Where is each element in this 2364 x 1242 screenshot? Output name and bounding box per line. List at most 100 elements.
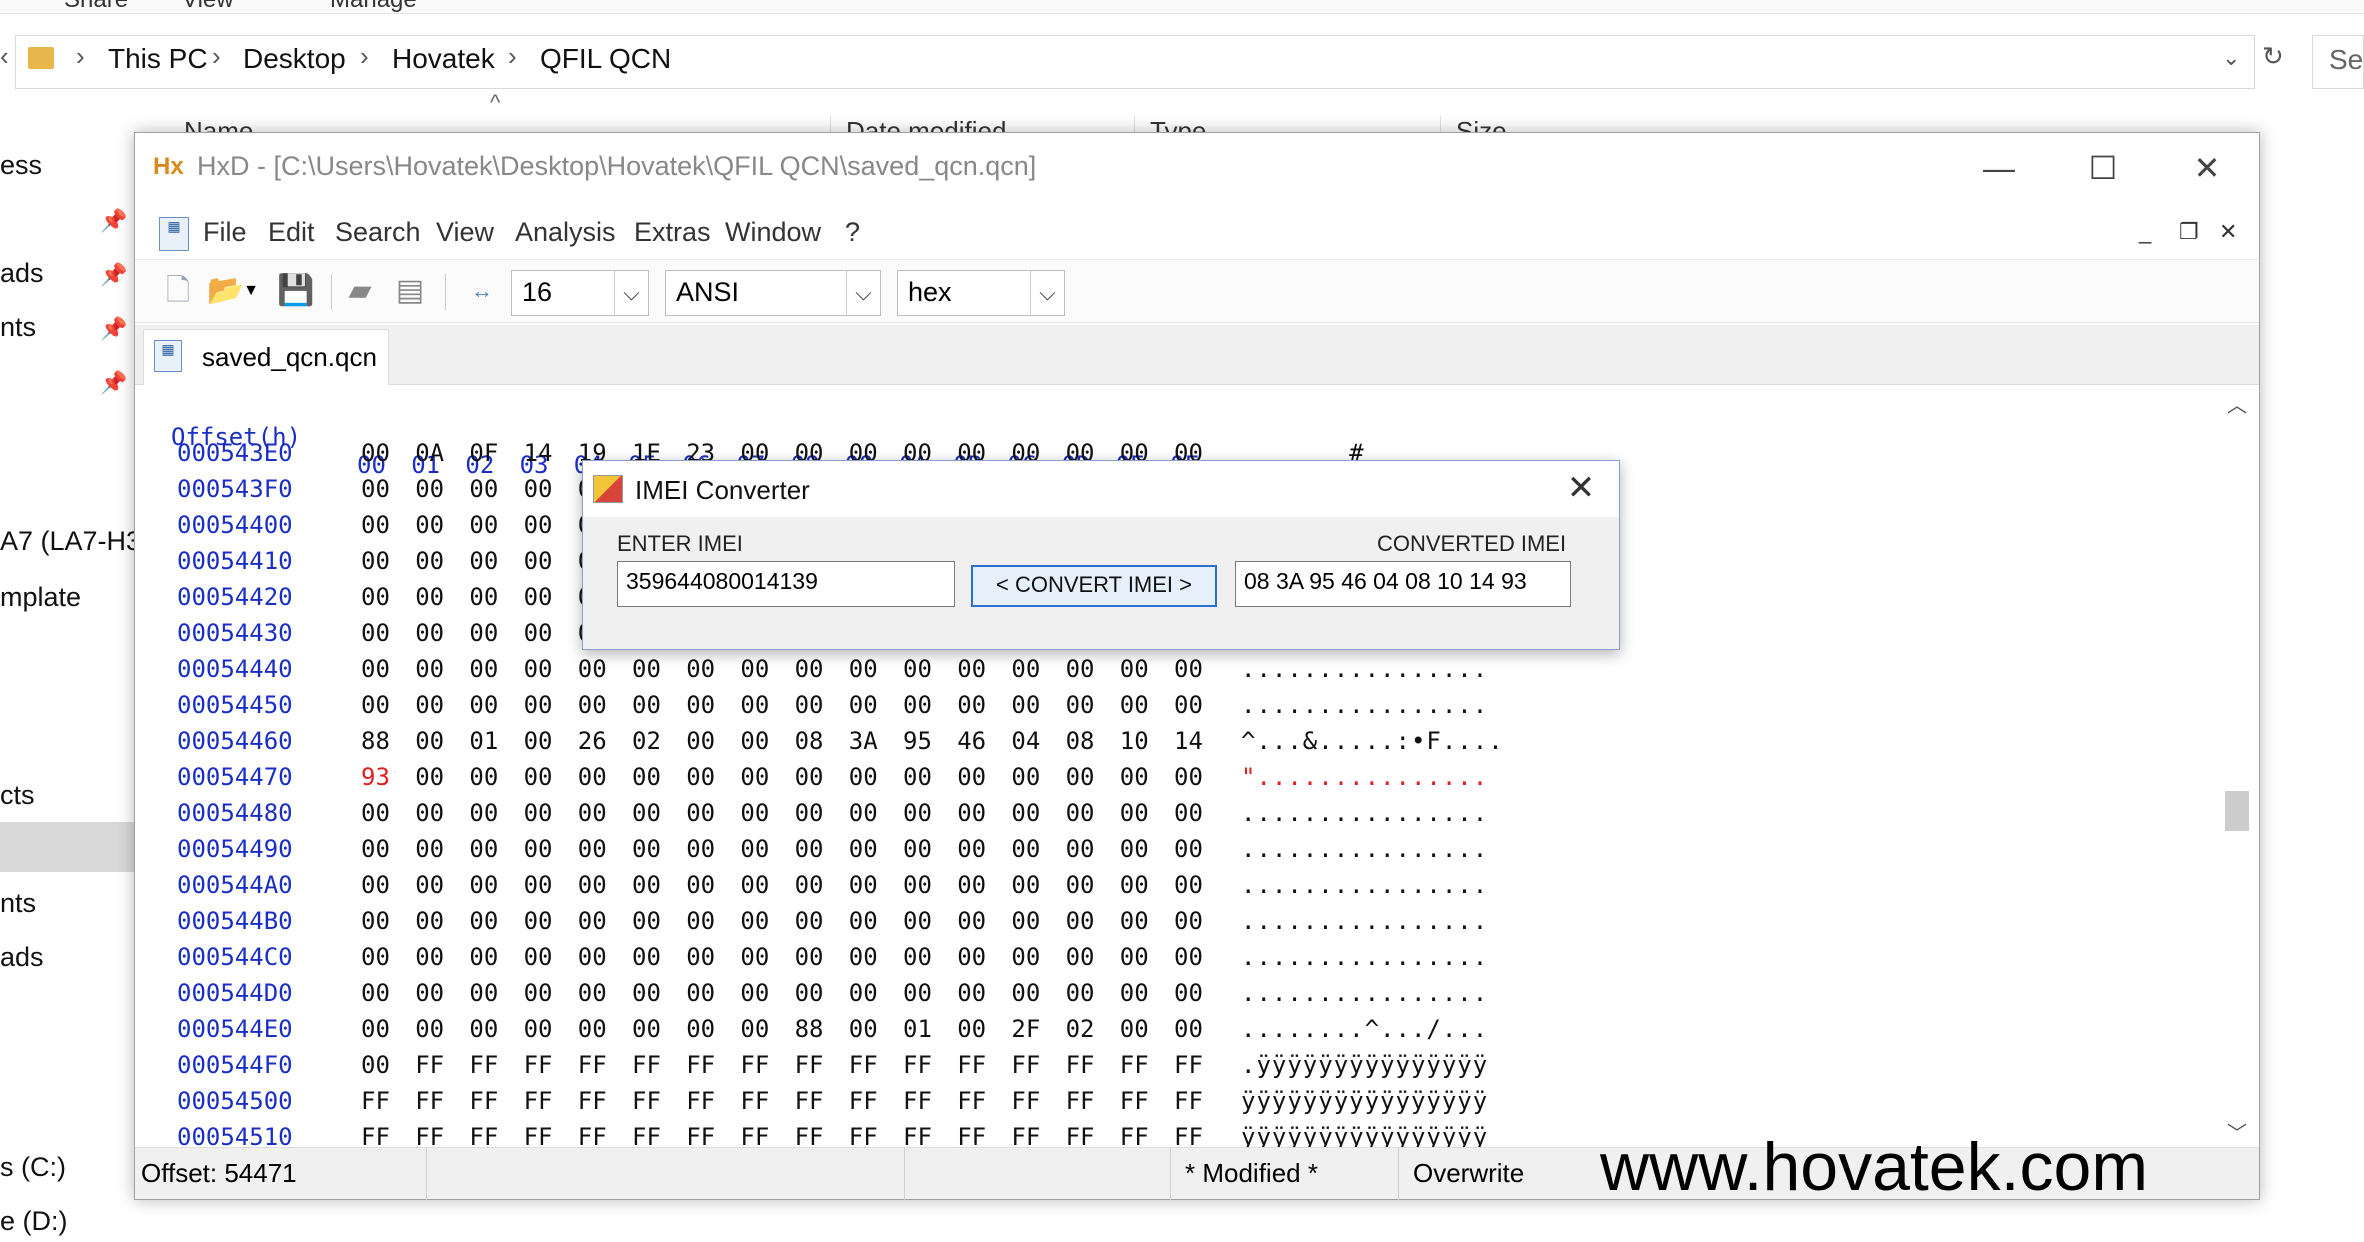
hex-byte[interactable]: 00	[524, 619, 553, 647]
hex-byte[interactable]: FF	[1011, 1123, 1040, 1147]
refresh-icon[interactable]: ↻	[2262, 41, 2284, 72]
mdi-minimize-button[interactable]: _	[2139, 219, 2151, 245]
hex-byte[interactable]: 00	[361, 583, 390, 611]
hex-byte[interactable]: 00	[740, 727, 769, 755]
hex-byte[interactable]: FF	[524, 1051, 553, 1079]
hex-byte[interactable]: 00	[415, 871, 444, 899]
up-arrow-icon[interactable]: ‹	[0, 41, 9, 72]
hex-byte[interactable]: 00	[578, 907, 607, 935]
hex-byte[interactable]: 00	[578, 691, 607, 719]
hex-byte[interactable]: 00	[740, 979, 769, 1007]
hex-byte[interactable]: 00	[415, 799, 444, 827]
open-disk-icon[interactable]: ▰	[341, 272, 379, 310]
hex-byte[interactable]: 01	[903, 1015, 932, 1043]
hex-byte[interactable]: 00	[632, 691, 661, 719]
hex-byte[interactable]: 00	[740, 835, 769, 863]
hex-byte[interactable]: 00	[740, 799, 769, 827]
hex-byte[interactable]: 00	[361, 1051, 390, 1079]
hex-row[interactable]: 00054500 FF FF FF FF FF FF FF FF FF FF FF FF FF FF FF FF…	[135, 1087, 2215, 1123]
hex-byte[interactable]: FF	[957, 1051, 986, 1079]
hex-byte[interactable]: 00	[415, 583, 444, 611]
hex-byte[interactable]: 00	[1066, 943, 1095, 971]
hex-byte[interactable]: FF	[686, 1051, 715, 1079]
hex-byte[interactable]: 00	[1174, 907, 1203, 935]
hex-byte[interactable]: 00	[524, 727, 553, 755]
hex-byte[interactable]: 0F	[469, 439, 498, 467]
hex-byte[interactable]: FF	[524, 1123, 553, 1147]
hex-byte[interactable]: 00	[1120, 835, 1149, 863]
breadcrumb-qfil-qcn[interactable]: QFIL QCN	[540, 43, 671, 75]
hex-byte[interactable]: 00	[849, 691, 878, 719]
hex-byte[interactable]: 00	[524, 475, 553, 503]
hex-byte[interactable]: 02	[1066, 1015, 1095, 1043]
hex-byte[interactable]: 00	[849, 655, 878, 683]
hex-byte[interactable]: 00	[686, 727, 715, 755]
hex-byte[interactable]: 00	[578, 1015, 607, 1043]
hex-row[interactable]: 000544B0 00 00 00 00 00 00 00 00 00 00 00 00 00 00 00 00…	[135, 907, 2215, 943]
hex-byte[interactable]: 00	[686, 979, 715, 1007]
hex-byte[interactable]: FF	[578, 1051, 607, 1079]
row-text[interactable]: ÿÿÿÿÿÿÿÿÿÿÿÿÿÿÿÿ	[1241, 1123, 1488, 1147]
hex-byte[interactable]: 00	[686, 907, 715, 935]
hex-byte[interactable]: 00	[469, 655, 498, 683]
hex-byte[interactable]: 0A	[415, 439, 444, 467]
chevron-down-icon[interactable]: ⌵	[1030, 271, 1064, 315]
vertical-scrollbar[interactable]: ︿ ﹀	[2215, 387, 2259, 1147]
hex-byte[interactable]: 00	[1066, 655, 1095, 683]
hex-byte[interactable]: 08	[795, 727, 824, 755]
hex-byte[interactable]: 00	[578, 763, 607, 791]
hex-byte[interactable]: 00	[415, 943, 444, 971]
hex-byte[interactable]: 00	[740, 871, 769, 899]
hex-byte[interactable]: 93	[361, 763, 390, 791]
hex-byte[interactable]: 00	[1066, 871, 1095, 899]
hex-byte[interactable]: 00	[415, 835, 444, 863]
hex-byte[interactable]: 00	[1120, 763, 1149, 791]
hex-byte[interactable]: 00	[686, 691, 715, 719]
hex-byte[interactable]: 00	[957, 871, 986, 899]
hex-byte[interactable]: 00	[578, 799, 607, 827]
hex-row[interactable]: 00054450 00 00 00 00 00 00 00 00 00 00 00 00 00 00 00 00…	[135, 691, 2215, 727]
hex-byte[interactable]: 00	[740, 655, 769, 683]
hex-byte[interactable]: 00	[524, 871, 553, 899]
nav-item[interactable]: nts	[0, 312, 36, 343]
row-text[interactable]: ................	[1241, 871, 1488, 899]
hex-byte[interactable]: FF	[903, 1051, 932, 1079]
hex-byte[interactable]: FF	[849, 1051, 878, 1079]
hex-byte[interactable]: 00	[795, 799, 824, 827]
hex-byte[interactable]: 88	[361, 727, 390, 755]
hex-byte[interactable]: 00	[469, 1015, 498, 1043]
hex-byte[interactable]: FF	[415, 1087, 444, 1115]
hex-byte[interactable]: 00	[740, 1015, 769, 1043]
hex-byte[interactable]: 00	[1066, 979, 1095, 1007]
hex-byte[interactable]: FF	[795, 1087, 824, 1115]
hex-byte[interactable]: 00	[361, 1015, 390, 1043]
hex-byte[interactable]: FF	[740, 1087, 769, 1115]
hex-byte[interactable]: 00	[415, 619, 444, 647]
hex-byte[interactable]: 00	[849, 979, 878, 1007]
hex-byte[interactable]: 00	[957, 979, 986, 1007]
hex-byte[interactable]: 00	[578, 655, 607, 683]
hex-byte[interactable]: 00	[415, 655, 444, 683]
hex-byte[interactable]: 46	[957, 727, 986, 755]
hex-byte[interactable]: 00	[903, 835, 932, 863]
hex-byte[interactable]: FF	[361, 1123, 390, 1147]
breadcrumb-hovatek[interactable]: Hovatek	[392, 43, 495, 75]
menu-view[interactable]: View	[436, 217, 494, 248]
menu-extras[interactable]: Extras	[634, 217, 711, 248]
hex-byte[interactable]: FF	[632, 1051, 661, 1079]
hex-byte[interactable]: 14	[524, 439, 553, 467]
nav-item[interactable]: mplate	[0, 582, 81, 613]
hex-byte[interactable]: 00	[632, 655, 661, 683]
hex-byte[interactable]: FF	[1066, 1051, 1095, 1079]
hex-byte[interactable]: 00	[361, 619, 390, 647]
hex-byte[interactable]: 00	[903, 943, 932, 971]
hex-byte[interactable]: 00	[1011, 943, 1040, 971]
hex-byte[interactable]: 00	[1120, 979, 1149, 1007]
menu-edit[interactable]: Edit	[268, 217, 315, 248]
hex-byte[interactable]: 00	[1066, 763, 1095, 791]
hex-byte[interactable]: FF	[795, 1051, 824, 1079]
hex-byte[interactable]: FF	[686, 1123, 715, 1147]
hex-byte[interactable]: 00	[524, 583, 553, 611]
hex-byte[interactable]: FF	[849, 1087, 878, 1115]
bytes-per-row-select[interactable]: 16 ⌵	[511, 270, 649, 316]
